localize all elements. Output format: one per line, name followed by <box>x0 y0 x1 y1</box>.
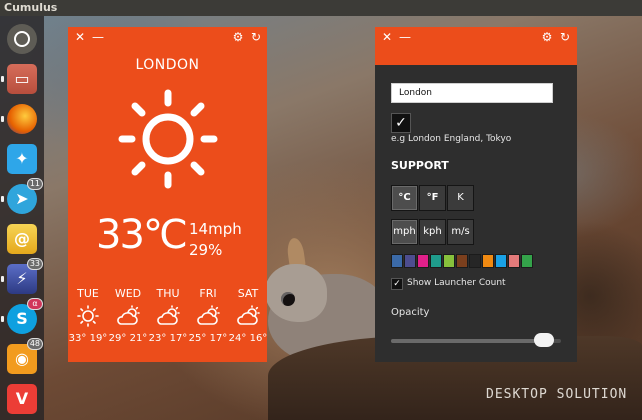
settings-gear-icon[interactable]: ⚙ <box>539 29 555 45</box>
support-heading: SUPPORT <box>391 159 449 172</box>
forecast-day-name: TUE <box>77 287 99 300</box>
settings-window: ✕ — ⚙ ↻ ✓ e.g London England, Tokyo SUPP… <box>375 27 577 362</box>
forecast-day-name: WED <box>114 287 142 300</box>
partly-cloudy-icon <box>197 305 220 325</box>
squirrel-head <box>265 264 327 322</box>
rss-badge: 48 <box>26 338 43 350</box>
top-panel: Cumulus <box>0 0 642 16</box>
wind-speed: 14mph <box>189 220 242 238</box>
color-swatch[interactable] <box>521 254 533 268</box>
location-hint: e.g London England, Tokyo <box>391 134 512 144</box>
color-swatch[interactable] <box>495 254 507 268</box>
opacity-label: Opacity <box>391 307 430 318</box>
color-swatch[interactable] <box>404 254 416 268</box>
partly-cloudy-icon <box>157 305 180 325</box>
unit-mph-button[interactable]: mph <box>391 219 418 245</box>
speed-unit-selector: mph kph m/s <box>391 219 474 245</box>
lightning-badge: 33 <box>26 258 43 270</box>
squirrel-eye <box>281 292 295 306</box>
unit-fahrenheit-button[interactable]: °F <box>419 185 446 211</box>
forecast-day-name: SAT <box>237 287 259 300</box>
launcher-firefox-icon[interactable] <box>1 104 37 134</box>
partly-cloudy-icon <box>237 305 260 325</box>
launcher-telegram-icon[interactable]: ➤ 11 <box>1 178 43 214</box>
app-title: Cumulus <box>4 1 58 14</box>
opacity-slider-thumb[interactable] <box>533 333 554 347</box>
launcher: ▭ ✦ ➤ 11 @ ⚡ 33 S α ◉ 48 V <box>0 16 44 420</box>
color-swatch[interactable] <box>456 254 468 268</box>
launcher-files-icon[interactable]: ▭ <box>1 64 37 94</box>
weather-window: ✕ — ⚙ ↻ LONDON 33℃ 14mph 29% TUE 33° 19°… <box>68 27 267 362</box>
unit-kelvin-button[interactable]: K <box>447 185 474 211</box>
color-swatch[interactable] <box>469 254 481 268</box>
launcher-count-label: Show Launcher Count <box>407 278 506 288</box>
sun-icon <box>77 305 99 327</box>
close-icon[interactable]: ✕ <box>72 29 88 45</box>
minimize-icon[interactable]: — <box>90 29 106 45</box>
unit-celsius-button[interactable]: °C <box>391 185 418 211</box>
location-input[interactable] <box>391 83 553 103</box>
forecast-row: TUE 33° 19° WED 29° 21° THU 23° 17° FRI … <box>68 287 268 357</box>
close-icon[interactable]: ✕ <box>379 29 395 45</box>
color-swatch[interactable] <box>430 254 442 268</box>
launcher-mail-icon[interactable]: @ <box>7 224 37 254</box>
watermark-text: DESKTOP SOLUTION <box>486 387 628 402</box>
color-swatch[interactable] <box>417 254 429 268</box>
refresh-icon[interactable]: ↻ <box>557 29 573 45</box>
settings-gear-icon[interactable]: ⚙ <box>230 29 246 45</box>
color-swatch[interactable] <box>443 254 455 268</box>
temperature-unit-selector: °C °F K <box>391 185 474 211</box>
forecast-range: 24° 16° <box>228 333 268 344</box>
forecast-day-name: THU <box>156 287 180 300</box>
location-confirm-checkbox[interactable]: ✓ <box>391 113 411 133</box>
telegram-badge: 11 <box>26 178 43 190</box>
sun-icon <box>118 89 218 189</box>
unit-ms-button[interactable]: m/s <box>447 219 474 245</box>
launcher-vivaldi-icon[interactable]: V <box>7 384 37 414</box>
refresh-icon[interactable]: ↻ <box>248 29 264 45</box>
forecast-day-name: FRI <box>199 287 217 300</box>
opacity-slider-fill <box>391 339 544 343</box>
color-swatch[interactable] <box>482 254 494 268</box>
launcher-ubuntu-icon[interactable] <box>7 24 37 54</box>
color-swatch[interactable] <box>508 254 520 268</box>
launcher-lightning-icon[interactable]: ⚡ 33 <box>1 258 43 294</box>
minimize-icon[interactable]: — <box>397 29 413 45</box>
unit-kph-button[interactable]: kph <box>419 219 446 245</box>
settings-titlebar: ✕ — ⚙ ↻ <box>375 27 577 65</box>
launcher-twitter-icon[interactable]: ✦ <box>7 144 37 174</box>
skype-status-icon: α <box>27 298 43 310</box>
partly-cloudy-icon <box>117 305 140 325</box>
color-swatches <box>391 254 533 270</box>
launcher-count-checkbox[interactable]: ✓ <box>391 278 403 290</box>
color-swatch[interactable] <box>391 254 403 268</box>
city-name: LONDON <box>135 57 200 73</box>
weather-titlebar: ✕ — ⚙ ↻ <box>68 27 267 49</box>
launcher-skype-icon[interactable]: S α <box>1 298 43 334</box>
forecast-day: SAT 24° 16° <box>228 287 268 344</box>
launcher-rss-icon[interactable]: ◉ 48 <box>7 338 43 374</box>
humidity: 29% <box>189 241 223 259</box>
current-temperature: 33℃ <box>96 212 188 258</box>
